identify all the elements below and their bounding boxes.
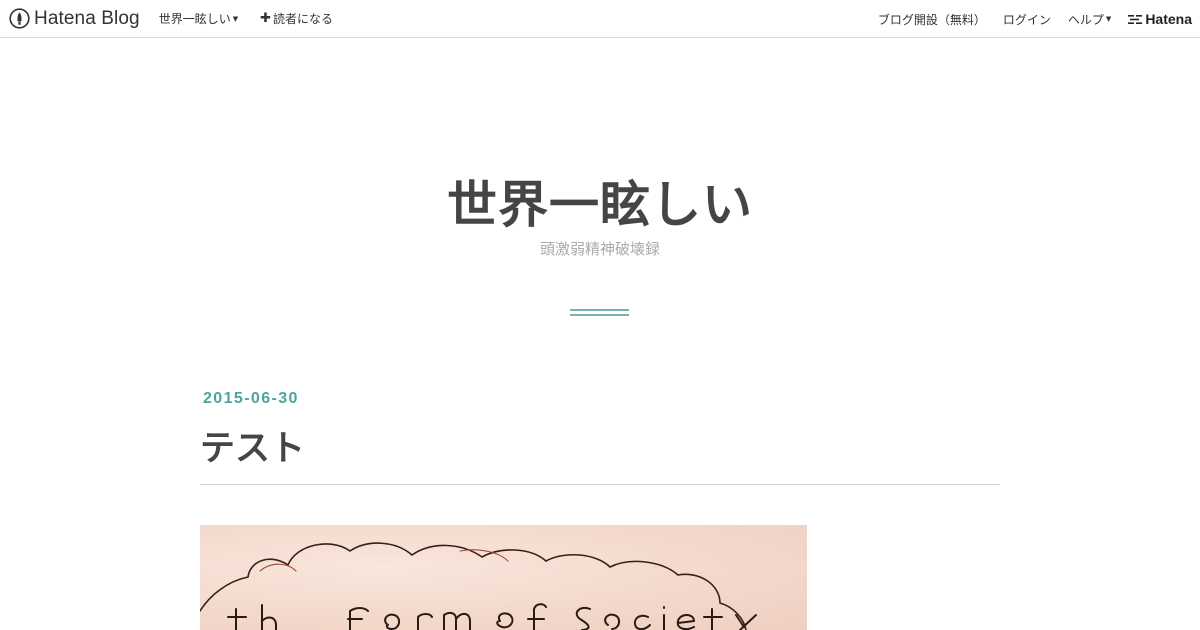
caret-down-icon: ▼ — [1105, 15, 1112, 23]
subscribe-label: 読者になる — [273, 12, 334, 26]
handwritten-text — [227, 603, 757, 630]
hatena-mark-icon — [1128, 14, 1143, 24]
header-divider-bottom — [570, 314, 629, 316]
login-label: ログイン — [1002, 12, 1051, 27]
login-link[interactable]: ログイン — [1003, 11, 1051, 28]
entry-title-divider — [200, 484, 1000, 485]
create-blog-label: ブログ開設（無料） — [877, 12, 986, 27]
brand-name: Hatena Blog — [34, 7, 140, 29]
entry-image-handwritten-drawing[interactable] — [200, 525, 807, 630]
handwritten-cloud-drawing — [200, 542, 757, 630]
global-header: Hatena Blog 世界一眩しい ▼ ✚ 読者になる ブログ開設（無料） ロ… — [0, 0, 1200, 38]
header-divider-top — [570, 309, 629, 311]
hatena-logo-text: Hatena — [1145, 11, 1192, 27]
entry-title[interactable]: テスト — [200, 420, 305, 471]
hatena-blog-home-link[interactable]: Hatena Blog — [9, 0, 140, 38]
blog-description: 頭激弱精神破壊録 — [539, 240, 660, 258]
hatena-logo-link[interactable]: Hatena — [1128, 11, 1192, 27]
hatena-blog-pen-icon — [9, 8, 30, 29]
plus-icon: ✚ — [260, 11, 271, 26]
entry-date[interactable]: 2015-06-30 — [203, 390, 299, 408]
blog-menu-label: 世界一眩しい — [158, 12, 231, 26]
create-blog-link[interactable]: ブログ開設（無料） — [878, 11, 986, 28]
caret-down-icon: ▼ — [232, 14, 239, 23]
help-dropdown[interactable]: ヘルプ ▼ — [1068, 11, 1111, 28]
blog-title[interactable]: 世界一眩しい — [0, 165, 1200, 237]
blog-menu-dropdown[interactable]: 世界一眩しい ▼ — [159, 10, 238, 27]
help-label: ヘルプ — [1067, 12, 1104, 27]
subscribe-button[interactable]: ✚ 読者になる — [260, 10, 333, 27]
